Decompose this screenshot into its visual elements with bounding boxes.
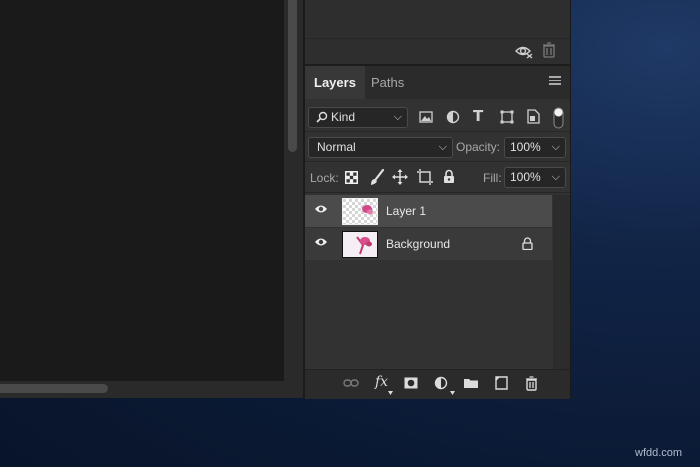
watermark: wfdd.com (635, 447, 683, 459)
background-thumbnail[interactable] (342, 231, 378, 258)
layer-name[interactable]: Background (386, 237, 450, 251)
lock-transparent-pixels-icon[interactable] (345, 171, 358, 184)
new-group-folder-icon[interactable] (463, 377, 479, 389)
dropdown-triangle-icon (388, 391, 393, 395)
fill-value: 100% (510, 170, 541, 184)
divider (305, 131, 570, 132)
eye-icon[interactable] (314, 204, 328, 214)
add-layer-mask-icon[interactable] (404, 377, 418, 389)
divider (305, 192, 570, 193)
filter-toggle-switch[interactable] (553, 107, 564, 129)
document-canvas[interactable] (0, 0, 284, 381)
lock-icon[interactable] (522, 237, 533, 250)
smart-object-filter-icon[interactable] (527, 109, 540, 124)
layer-row-background[interactable]: Background (305, 228, 552, 260)
layer-style-fx-icon[interactable]: fx (375, 374, 388, 390)
filter-kind-value: Kind (331, 110, 356, 124)
chevron-down-icon: ⌵ (438, 141, 447, 153)
divider (305, 161, 570, 162)
panel-edge (570, 0, 571, 398)
adjustment-layer-filter-icon[interactable] (446, 110, 460, 124)
link-layers-icon[interactable] (343, 378, 359, 388)
lock-image-pixels-brush-icon[interactable] (369, 169, 385, 186)
clip-visibility-icon[interactable] (514, 43, 534, 59)
shape-layer-filter-icon[interactable] (500, 110, 514, 124)
chevron-down-icon: ⌵ (393, 111, 402, 123)
chevron-down-icon[interactable]: ⌵ (552, 138, 560, 157)
search-icon (316, 111, 328, 123)
lock-label: Lock: (310, 171, 339, 185)
canvas-horizontal-scroll-thumb[interactable] (0, 384, 108, 393)
new-layer-icon[interactable] (495, 376, 508, 390)
canvas-vertical-scroll-thumb[interactable] (288, 0, 297, 152)
dropdown-triangle-icon (450, 391, 455, 395)
new-adjustment-layer-icon[interactable] (434, 376, 448, 390)
blend-mode-select[interactable]: Normal ⌵ (308, 137, 453, 158)
layers-list-empty-area (305, 261, 552, 369)
pixel-layer-filter-icon[interactable] (419, 111, 433, 123)
layer-row-layer-1[interactable]: Layer 1 (305, 195, 552, 227)
tab-layers[interactable]: Layers (305, 66, 365, 99)
type-layer-filter-icon[interactable]: T (473, 107, 483, 125)
lock-position-move-icon[interactable] (392, 169, 408, 185)
opacity-label: Opacity: (456, 140, 501, 154)
opacity-value: 100% (510, 140, 541, 154)
delete-layer-trash-icon[interactable] (525, 376, 538, 391)
tab-paths[interactable]: Paths (362, 66, 413, 99)
upper-panel-area (305, 0, 570, 38)
layer-1-thumbnail[interactable] (342, 198, 378, 225)
fill-label: Fill: (483, 171, 502, 185)
panel-menu-icon[interactable] (549, 76, 561, 87)
blend-mode-value: Normal (317, 140, 356, 154)
filter-kind-select[interactable]: Kind ⌵ (308, 107, 408, 128)
lock-artboard-icon[interactable] (417, 169, 433, 185)
opacity-input[interactable]: 100% ⌵ (504, 137, 566, 158)
lock-all-icon[interactable] (443, 169, 455, 184)
layer-name[interactable]: Layer 1 (386, 204, 426, 218)
eye-icon[interactable] (314, 237, 328, 247)
layers-list-scrollbar[interactable] (553, 195, 570, 369)
trash-icon[interactable] (542, 42, 556, 58)
chevron-down-icon[interactable]: ⌵ (552, 168, 560, 187)
fill-input[interactable]: 100% ⌵ (504, 167, 566, 188)
